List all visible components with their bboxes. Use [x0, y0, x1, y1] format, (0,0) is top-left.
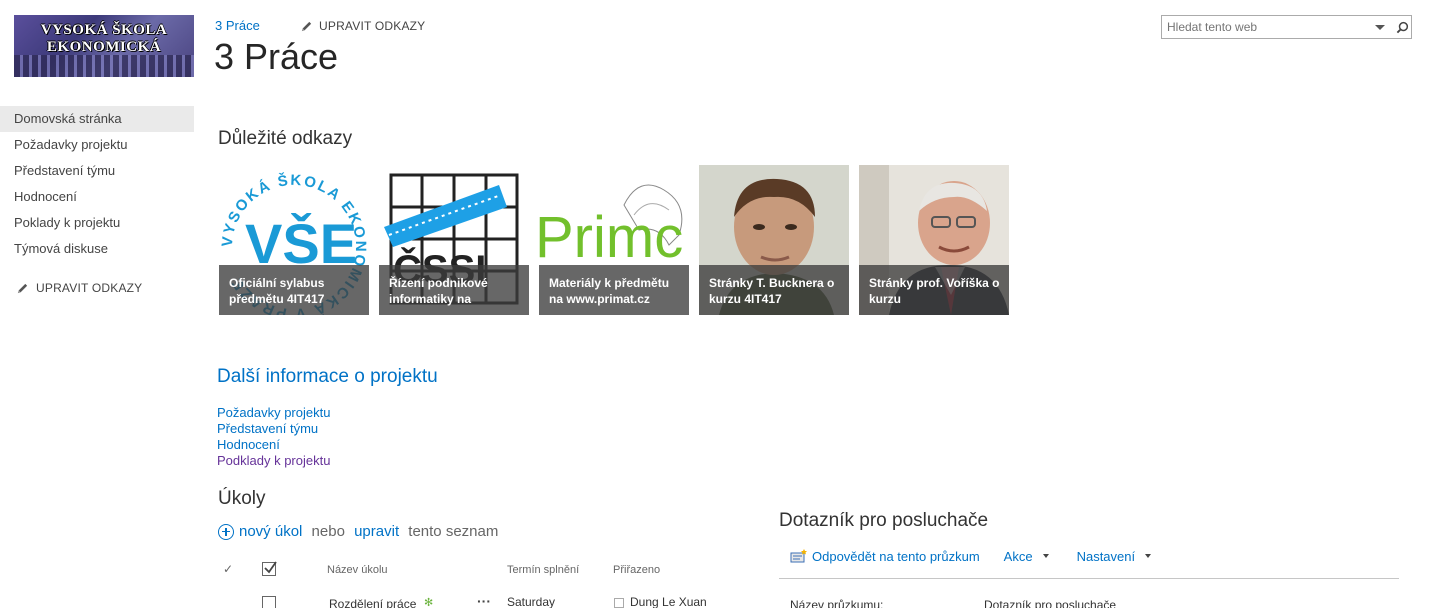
nav-item-requirements[interactable]: Požadavky projektu — [0, 132, 194, 158]
edit-links-nav-button[interactable]: UPRAVIT ODKAZY — [16, 281, 142, 295]
promoted-links: VYSOKÁ ŠKOLA EKONOMICKÁ V PRAZE VŠE Ofic… — [219, 165, 1009, 315]
task-name-link[interactable]: Rozdělení práce — [329, 597, 416, 608]
edit-links-top-button[interactable]: UPRAVIT ODKAZY — [300, 19, 425, 33]
new-item-icon: ✻ — [424, 597, 434, 608]
respond-survey-label: Odpovědět na tento průzkum — [812, 548, 980, 564]
site-logo[interactable]: VYSOKÁ ŠKOLA EKONOMICKÁ — [14, 15, 194, 77]
column-header-due-date[interactable]: Termín splnění — [507, 564, 579, 576]
tasks-toolbar: nový úkol nebo upravit tento seznam — [218, 523, 498, 540]
breadcrumb-site-link[interactable]: 3 Práce — [215, 18, 260, 33]
survey-divider — [779, 578, 1399, 579]
search-icon — [1396, 21, 1408, 33]
nav-item-project-materials[interactable]: Poklady k projektu — [0, 210, 194, 236]
survey-heading: Dotazník pro posluchače — [779, 510, 989, 531]
nav-item-team-discussion[interactable]: Týmová diskuse — [0, 236, 194, 262]
tile-vorisek-pages[interactable]: Stránky prof. Voříška o kurzu — [859, 165, 1009, 315]
left-navigation: Domovská stránka Požadavky projektu Před… — [0, 106, 194, 262]
logo-building-image — [14, 55, 194, 77]
list-suffix-text: tento seznam — [404, 523, 499, 540]
nav-item-home[interactable]: Domovská stránka — [0, 106, 194, 132]
nav-item-team[interactable]: Představení týmu — [0, 158, 194, 184]
tile-caption: Oficiální sylabus předmětu 4IT417 — [219, 265, 369, 315]
search-input[interactable] — [1162, 16, 1368, 38]
tile-it-management[interactable]: ČSSI Řízení podnikové informatiky na — [379, 165, 529, 315]
link-requirements[interactable]: Požadavky projektu — [217, 405, 330, 421]
edit-list-link[interactable]: upravit — [354, 523, 399, 540]
chevron-down-icon — [1145, 554, 1152, 558]
or-text: nebo — [307, 523, 350, 540]
tile-bruckner-pages[interactable]: Stránky T. Bucknera o kurzu 4IT417 — [699, 165, 849, 315]
pencil-icon — [301, 21, 312, 31]
link-project-materials[interactable]: Podklady k projektu — [217, 453, 330, 469]
more-info-heading[interactable]: Další informace o projektu — [217, 366, 438, 388]
survey-name-label: Název průzkumu: — [790, 598, 884, 608]
tile-syllabus[interactable]: VYSOKÁ ŠKOLA EKONOMICKÁ V PRAZE VŠE Ofic… — [219, 165, 369, 315]
settings-menu-label: Nastavení — [1076, 548, 1136, 564]
respond-survey-icon — [790, 549, 807, 563]
link-evaluation[interactable]: Hodnocení — [217, 437, 330, 453]
actions-menu-label: Akce — [1003, 548, 1033, 564]
tile-primat-materials[interactable]: Primc Materiály k předmětu na www.primat… — [539, 165, 689, 315]
more-info-links: Požadavky projektu Představení týmu Hodn… — [217, 405, 330, 469]
task-row-checkbox[interactable] — [262, 596, 276, 608]
edit-links-nav-label: UPRAVIT ODKAZY — [36, 281, 143, 295]
presence-indicator-icon — [614, 598, 624, 608]
search-button[interactable] — [1392, 16, 1412, 38]
actions-menu-button[interactable]: Akce — [1004, 549, 1049, 564]
column-header-task-name[interactable]: Název úkolu — [327, 564, 388, 576]
search-scope-dropdown[interactable] — [1372, 16, 1388, 38]
primat-logo-text: Primc — [539, 205, 683, 270]
chevron-down-icon — [1042, 554, 1049, 558]
tile-caption: Stránky prof. Voříška o kurzu — [859, 265, 1009, 315]
tasks-heading: Úkoly — [218, 488, 266, 509]
tile-caption: Řízení podnikové informatiky na — [379, 265, 529, 315]
task-due-date: Saturday — [507, 595, 556, 608]
new-task-link[interactable]: nový úkol — [239, 523, 302, 540]
checkmark-column-icon: ✓ — [223, 562, 234, 576]
task-assigned-person[interactable]: Dung Le Xuan — [630, 595, 707, 608]
important-links-heading: Důležité odkazy — [218, 128, 353, 149]
survey-toolbar: Odpovědět na tento průzkum Akce Nastaven… — [790, 548, 1152, 564]
pencil-icon — [17, 283, 28, 293]
tile-caption: Stránky T. Bucknera o kurzu 4IT417 — [699, 265, 849, 315]
add-circle-icon[interactable] — [218, 523, 234, 540]
logo-text: VYSOKÁ ŠKOLA EKONOMICKÁ — [40, 22, 168, 55]
edit-links-top-label: UPRAVIT ODKAZY — [319, 19, 426, 33]
nav-item-evaluation[interactable]: Hodnocení — [0, 184, 194, 210]
page-title: 3 Práce — [214, 36, 339, 77]
search-box — [1161, 15, 1412, 39]
check-icon — [264, 561, 277, 574]
select-all-checkbox[interactable] — [262, 561, 277, 576]
respond-survey-button[interactable]: Odpovědět na tento průzkum — [790, 548, 980, 564]
link-team[interactable]: Představení týmu — [217, 421, 330, 437]
tile-caption: Materiály k předmětu na www.primat.cz — [539, 265, 689, 315]
task-item-menu-button[interactable]: ··· — [477, 593, 491, 608]
settings-menu-button[interactable]: Nastavení — [1077, 549, 1152, 564]
survey-name-value: Dotazník pro posluchače — [984, 598, 1117, 608]
column-header-assigned[interactable]: Přiřazeno — [613, 564, 660, 576]
